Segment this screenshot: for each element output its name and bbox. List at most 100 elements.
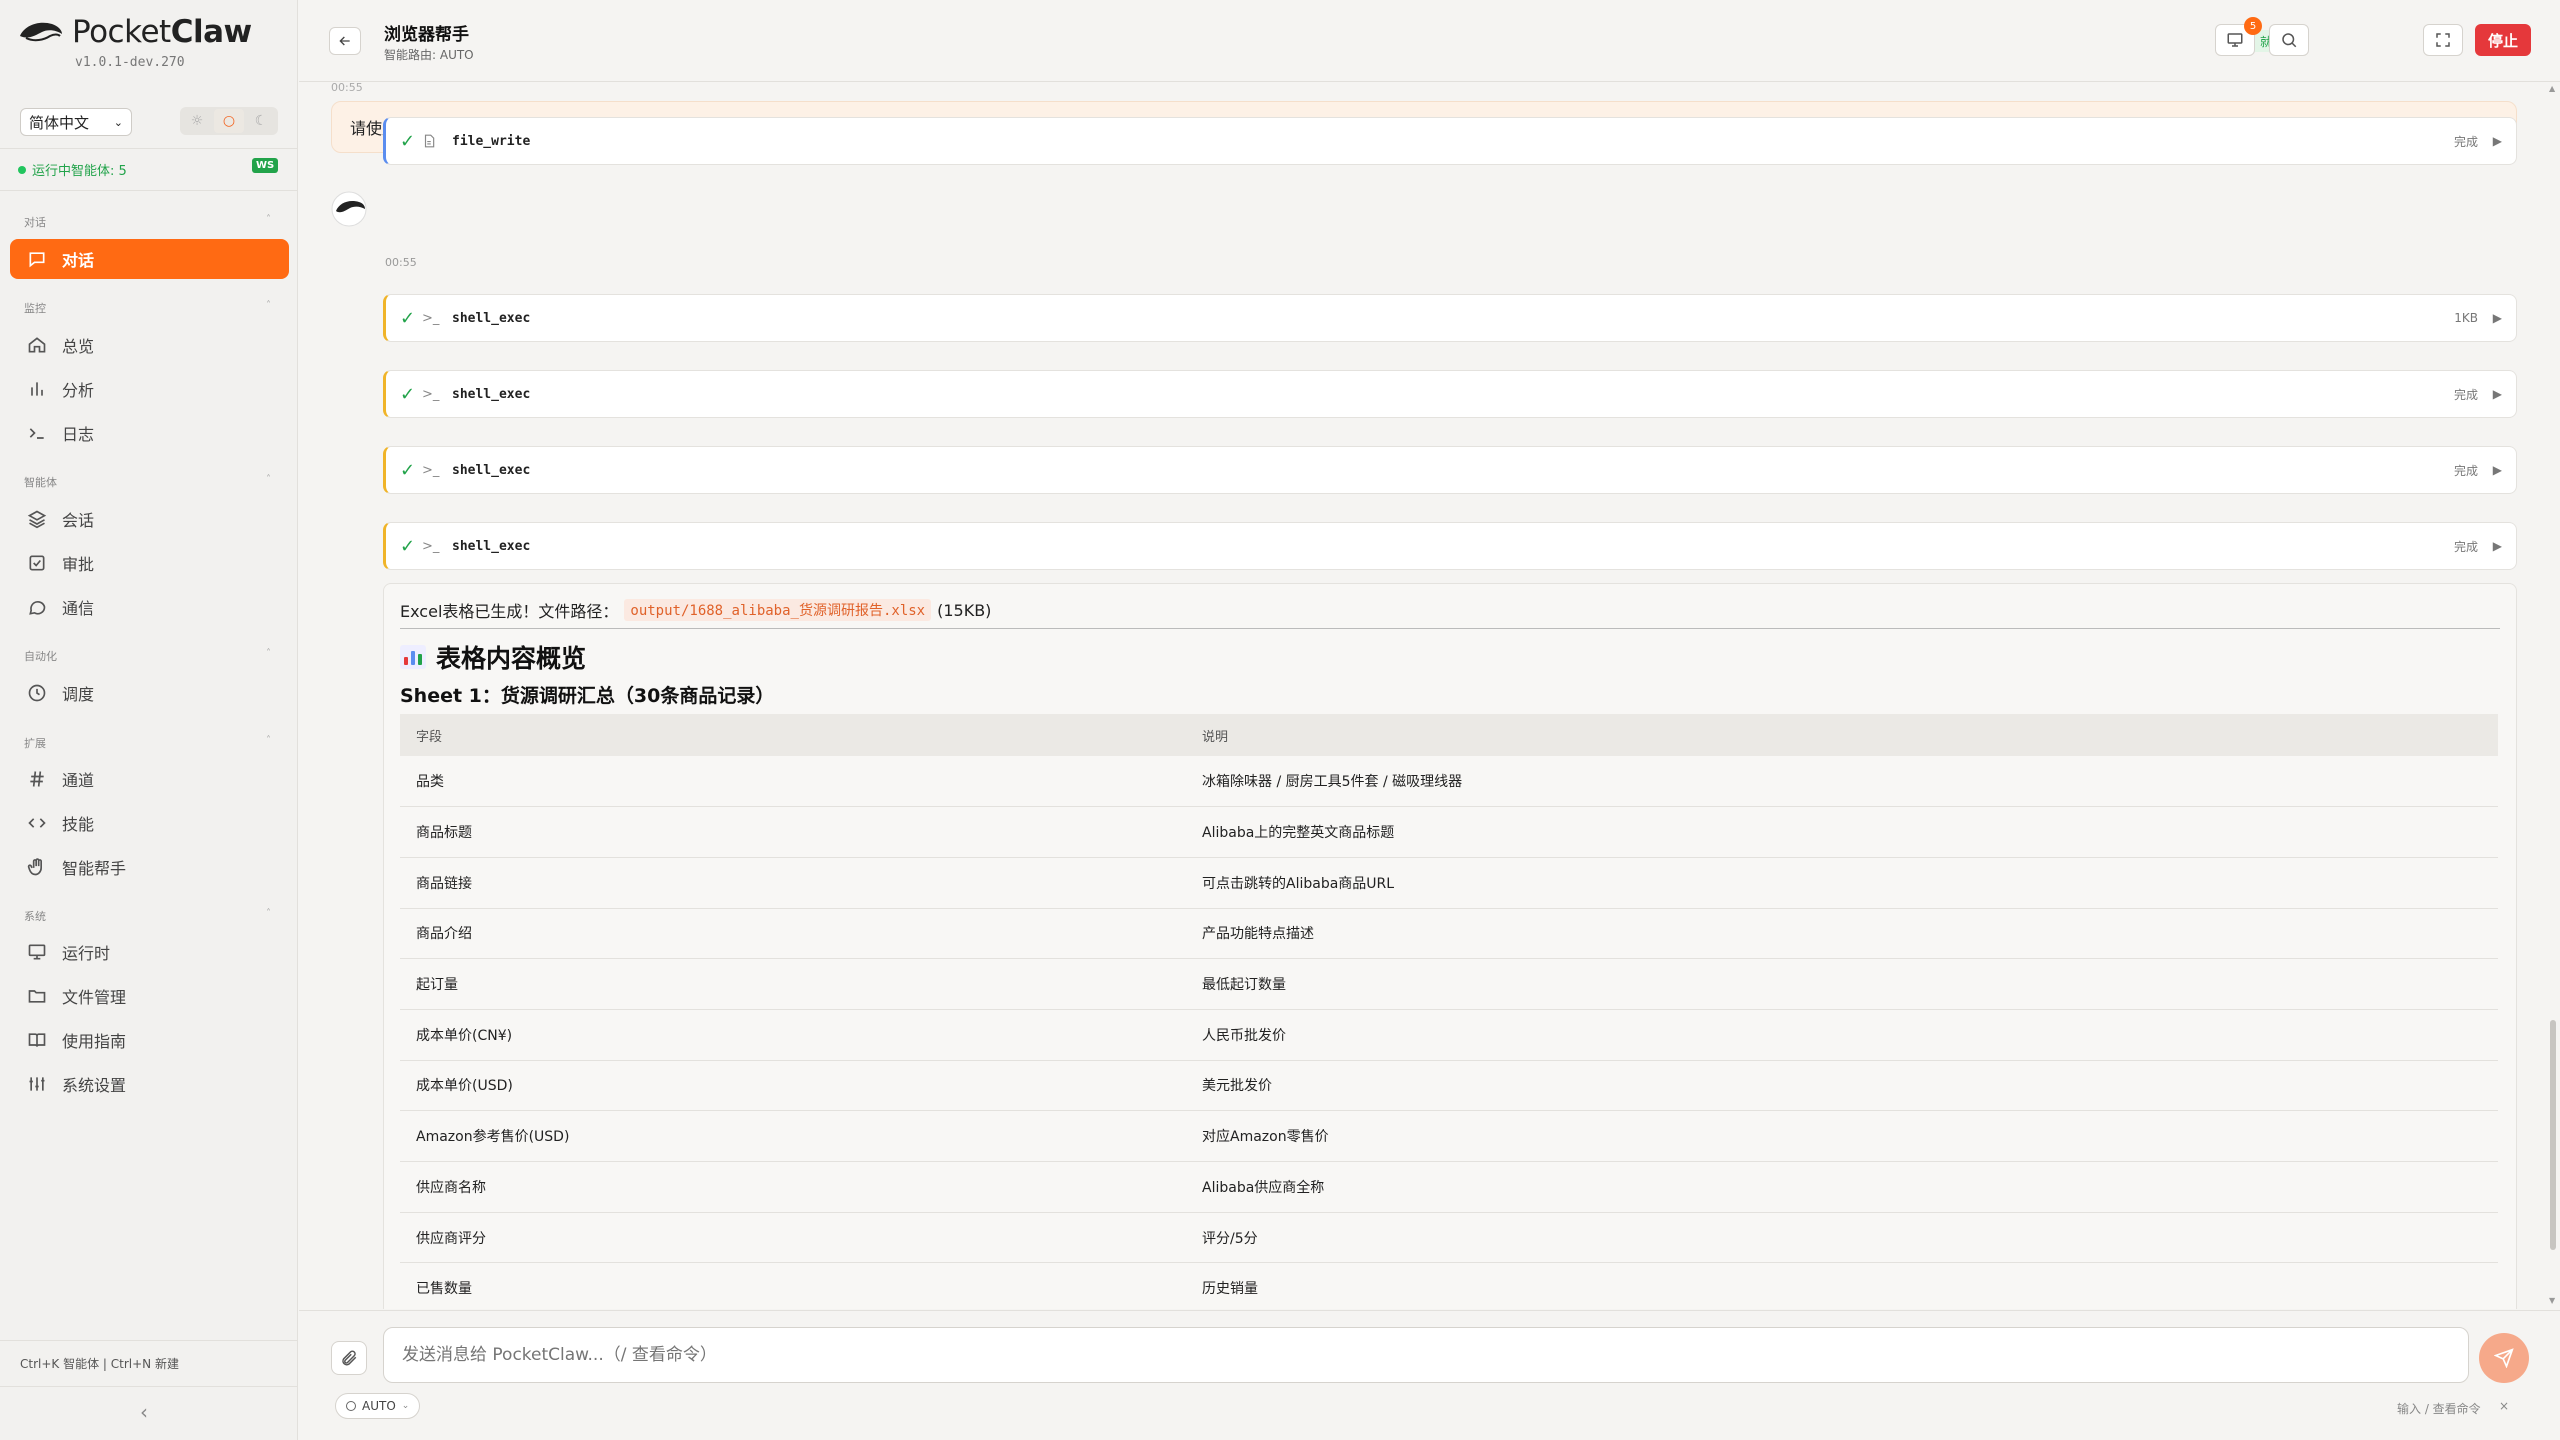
scroll-up-icon[interactable]: ▲	[2549, 84, 2555, 93]
tool-call-card[interactable]: ✓ >_ shell_exec 1KB ▶	[383, 294, 2517, 342]
chevron-down-icon: ⌄	[113, 115, 123, 129]
fullscreen-button[interactable]	[2423, 24, 2463, 56]
sidebar-item-channels[interactable]: 通道	[10, 759, 289, 799]
section-collapse-icon[interactable]: ˄	[266, 648, 271, 659]
sidebar-item-runtime[interactable]: 运行时	[10, 932, 289, 972]
send-button[interactable]	[2479, 1333, 2529, 1383]
search-button[interactable]	[2269, 24, 2309, 56]
table-row: 起订量 最低起订数量	[400, 958, 2498, 1010]
table-row: 供应商名称 Alibaba供应商全称	[400, 1161, 2498, 1213]
app-name: PocketClaw	[72, 14, 252, 50]
expand-arrow-icon[interactable]: ▶	[2493, 134, 2502, 148]
section-collapse-icon[interactable]: ˄	[266, 474, 271, 485]
ws-badge: WS	[252, 158, 279, 173]
sidebar-item-label: 总览	[62, 337, 95, 356]
file-path[interactable]: output/1688_alibaba_货源调研报告.xlsx	[624, 599, 932, 621]
tool-call-card[interactable]: ✓ file_write 完成 ▶	[383, 117, 2517, 165]
table-row: 成本单价(CN¥) 人民币批发价	[400, 1009, 2498, 1061]
moon-icon[interactable]: ☾	[246, 109, 276, 133]
scroll-down-icon[interactable]: ▼	[2549, 1296, 2555, 1305]
field-cell: 商品链接	[400, 857, 1186, 909]
section-collapse-icon[interactable]: ˄	[266, 214, 271, 225]
sidebar-item-label: 调度	[62, 685, 95, 704]
table-row: Amazon参考售价(USD) 对应Amazon零售价	[400, 1110, 2498, 1162]
chat-icon	[26, 248, 48, 270]
tool-name: shell_exec	[452, 462, 531, 478]
sidebar-item-label: 系统设置	[62, 1076, 127, 1095]
tool-call-card[interactable]: ✓ >_ shell_exec 完成 ▶	[383, 370, 2517, 418]
sidebar-item-label: 技能	[62, 815, 95, 834]
sidebar-item-settings[interactable]: 系统设置	[10, 1064, 289, 1104]
section-collapse-icon[interactable]: ˄	[266, 908, 271, 919]
sidebar-item-skills[interactable]: 技能	[10, 803, 289, 843]
description-cell: 历史销量	[1186, 1262, 2498, 1309]
close-hint-icon[interactable]: ×	[2499, 1399, 2509, 1413]
sidebar-item-chat[interactable]: 对话	[10, 239, 289, 279]
result-summary: Excel表格已生成！文件路径： output/1688_alibaba_货源调…	[400, 598, 2500, 629]
collapse-sidebar-icon[interactable]: ‹	[140, 1400, 148, 1424]
tool-call-card[interactable]: ✓ >_ shell_exec 完成 ▶	[383, 522, 2517, 570]
bar-chart-icon	[26, 378, 48, 400]
sidebar-item-label: 通信	[62, 599, 95, 618]
attach-button[interactable]	[331, 1341, 367, 1375]
terminal-icon: >_	[422, 386, 440, 402]
routing-subtitle: 智能路由: AUTO	[384, 48, 474, 62]
checkbox-icon	[26, 552, 48, 574]
routing-mode-select[interactable]: AUTO ⌄	[335, 1393, 421, 1419]
tool-call-card[interactable]: ✓ >_ shell_exec 完成 ▶	[383, 446, 2517, 494]
monitor-message-icon	[2227, 33, 2243, 47]
message-input[interactable]	[383, 1327, 2469, 1383]
back-button[interactable]	[329, 27, 361, 55]
section-label-monitor: 监控	[24, 302, 46, 315]
expand-arrow-icon[interactable]: ▶	[2493, 539, 2502, 553]
sidebar-item-approvals[interactable]: 审批	[10, 543, 289, 583]
hand-icon	[26, 856, 48, 878]
monitor-icon	[26, 941, 48, 963]
stop-button[interactable]: 停止	[2475, 24, 2531, 56]
message-timestamp: 00:55	[385, 256, 417, 269]
tool-status: 完成	[2453, 387, 2478, 402]
expand-arrow-icon[interactable]: ▶	[2493, 463, 2502, 477]
field-cell: 供应商名称	[400, 1161, 1186, 1213]
divider	[0, 1386, 298, 1387]
result-heading: 表格内容概览	[400, 639, 2500, 675]
sidebar-item-label: 分析	[62, 381, 95, 400]
system-theme-icon[interactable]: ○	[214, 109, 244, 133]
expand-arrow-icon[interactable]: ▶	[2493, 387, 2502, 401]
app-version: v1.0.1-dev.270	[75, 55, 185, 70]
running-agents-label: 运行中智能体: 5	[32, 164, 127, 179]
sidebar-item-analytics[interactable]: 分析	[10, 369, 289, 409]
scrollbar-thumb[interactable]	[2550, 1020, 2556, 1250]
field-cell: 供应商评分	[400, 1212, 1186, 1264]
table-row: 供应商评分 评分/5分	[400, 1212, 2498, 1264]
sidebar-item-overview[interactable]: 总览	[10, 325, 289, 365]
expand-icon	[2436, 33, 2450, 47]
layers-icon	[26, 508, 48, 530]
sidebar-item-comms[interactable]: 通信	[10, 587, 289, 627]
field-cell: 成本单价(USD)	[400, 1060, 1186, 1112]
check-icon: ✓	[400, 130, 416, 152]
section-label-automation: 自动化	[24, 650, 57, 663]
table-row: 商品链接 可点击跳转的Alibaba商品URL	[400, 857, 2498, 909]
table-row: 成本单价(USD) 美元批发价	[400, 1060, 2498, 1112]
sidebar-item-files[interactable]: 文件管理	[10, 976, 289, 1016]
sidebar-item-sessions[interactable]: 会话	[10, 499, 289, 539]
table-row: 已售数量 历史销量	[400, 1262, 2498, 1309]
sidebar-item-guide[interactable]: 使用指南	[10, 1020, 289, 1060]
sidebar-item-logs[interactable]: 日志	[10, 413, 289, 453]
language-select[interactable]: 简体中文 ⌄	[20, 108, 132, 136]
check-icon: ✓	[400, 383, 416, 405]
assistant-avatar-icon	[331, 191, 367, 227]
tool-name: shell_exec	[452, 386, 531, 402]
notifications-button[interactable]: 5	[2215, 17, 2262, 56]
sidebar-item-assistants[interactable]: 智能帮手	[10, 847, 289, 887]
sidebar-item-schedule[interactable]: 调度	[10, 673, 289, 713]
tool-status: 完成	[2453, 134, 2478, 149]
section-collapse-icon[interactable]: ˄	[266, 735, 271, 746]
tool-name: file_write	[452, 133, 531, 149]
sun-icon[interactable]: ☼	[182, 109, 212, 133]
brand[interactable]: PocketClaw	[18, 14, 252, 50]
section-collapse-icon[interactable]: ˄	[266, 300, 271, 311]
routing-mode-label: AUTO	[362, 1399, 396, 1413]
expand-arrow-icon[interactable]: ▶	[2493, 311, 2502, 325]
